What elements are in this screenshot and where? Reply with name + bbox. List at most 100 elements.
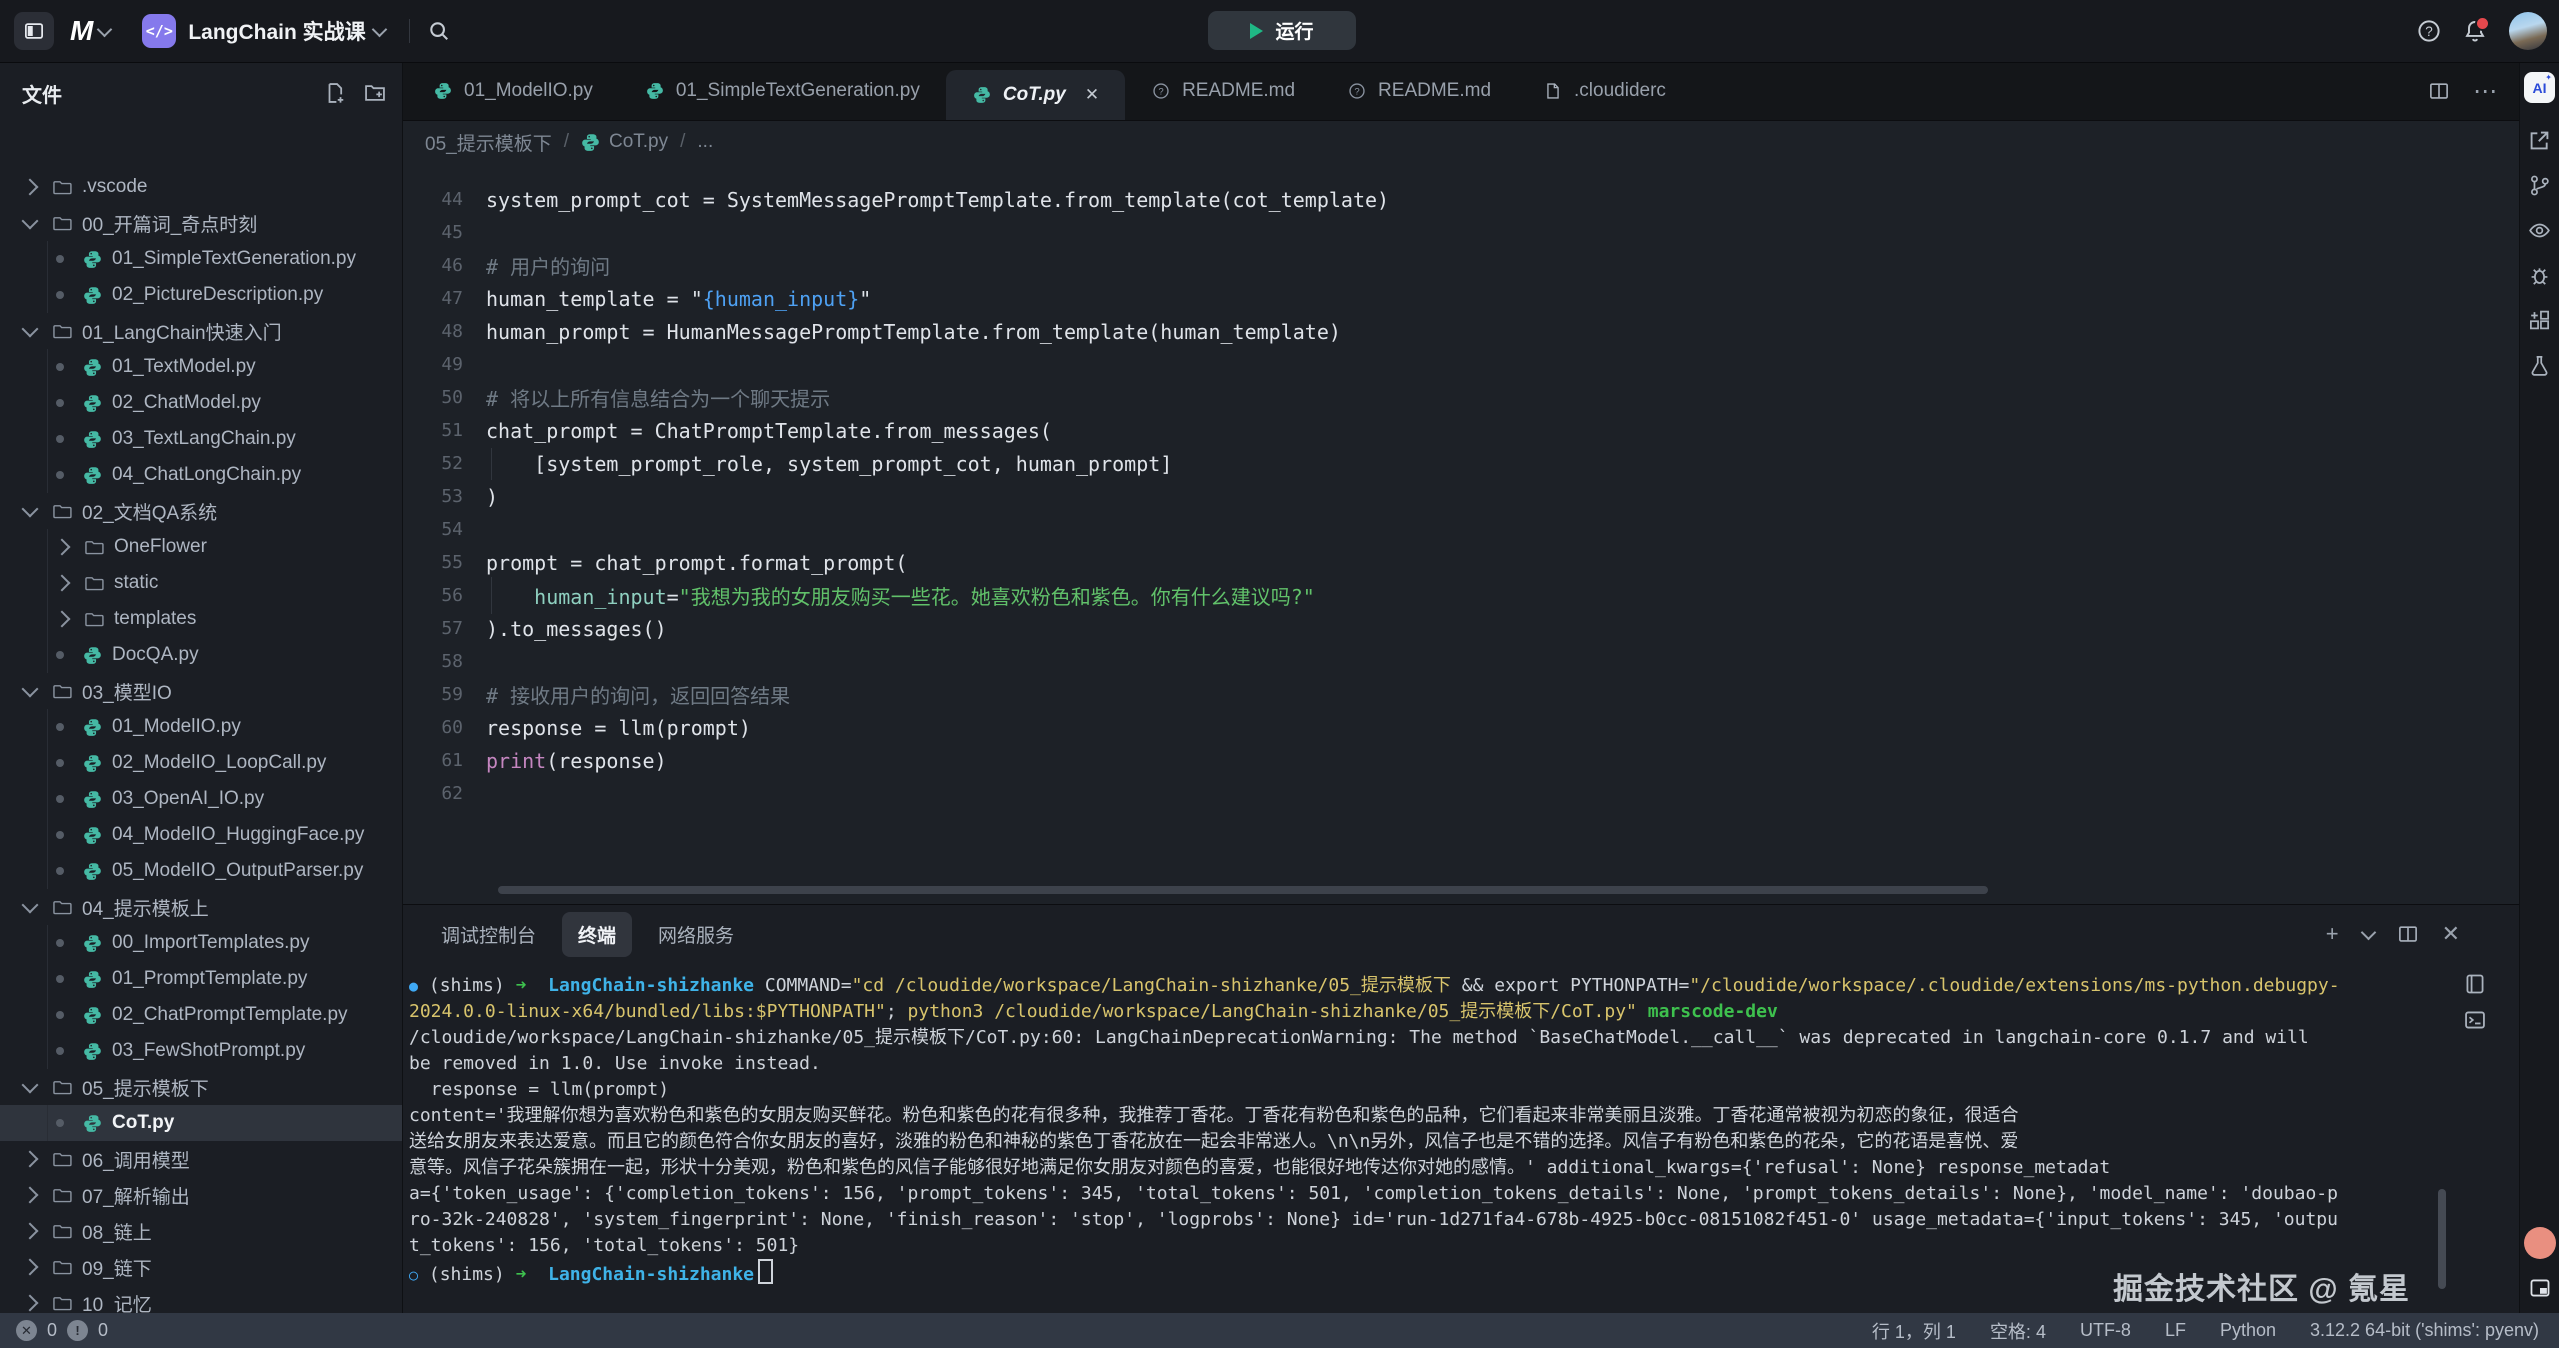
layout-icon[interactable] <box>2529 1277 2551 1299</box>
editor-tab[interactable]: ?README.md <box>1125 62 1321 120</box>
tree-file[interactable]: 02_ModelIO_LoopCall.py <box>0 745 402 781</box>
code-editor[interactable]: 44system_prompt_cot = SystemMessagePromp… <box>403 163 2520 904</box>
tree-file[interactable]: 01_PromptTemplate.py <box>0 961 402 997</box>
chevron-down-icon[interactable] <box>22 681 39 698</box>
chevron-right-icon[interactable] <box>54 611 71 628</box>
errors-icon[interactable]: ✕ <box>16 1320 37 1341</box>
tree-file[interactable]: 01_TextModel.py <box>0 349 402 385</box>
breadcrumb-item[interactable]: CoT.py <box>581 131 668 153</box>
breadcrumb-item[interactable]: 05_提示模板下 <box>425 129 552 156</box>
editor-tab[interactable]: CoT.py✕ <box>946 70 1125 120</box>
tree-file[interactable]: 05_ModelIO_OutputParser.py <box>0 853 402 889</box>
tree-file[interactable]: 04_ChatLongChain.py <box>0 457 402 493</box>
warnings-count[interactable]: 0 <box>98 1320 108 1341</box>
chevron-right-icon[interactable] <box>22 179 39 196</box>
chevron-down-icon[interactable] <box>2360 924 2376 940</box>
tree-file[interactable]: 04_ModelIO_HuggingFace.py <box>0 817 402 853</box>
source-control-icon[interactable] <box>2528 174 2551 197</box>
tree-file[interactable]: DocQA.py <box>0 637 402 673</box>
support-avatar[interactable] <box>2524 1227 2556 1259</box>
beaker-icon[interactable] <box>2528 354 2551 377</box>
tab-debug-console[interactable]: 调试控制台 <box>425 912 552 957</box>
tree-folder[interactable]: 01_LangChain快速入门 <box>0 313 402 349</box>
code-line[interactable]: 44system_prompt_cot = SystemMessagePromp… <box>403 183 2520 216</box>
search-icon[interactable] <box>428 20 450 42</box>
workspace-title[interactable]: LangChain 实战课 <box>188 16 365 46</box>
close-tab-icon[interactable]: ✕ <box>1085 85 1099 105</box>
ai-assistant-button[interactable]: ✦ AI <box>2524 72 2555 103</box>
tree-folder[interactable]: 09_链下 <box>0 1249 402 1285</box>
chevron-down-icon[interactable] <box>371 21 387 37</box>
editor-tab[interactable]: 01_ModelIO.py <box>407 62 619 120</box>
chevron-down-icon[interactable] <box>22 213 39 230</box>
help-icon[interactable]: ? <box>2417 19 2441 43</box>
tree-folder[interactable]: templates <box>0 601 402 637</box>
chevron-right-icon[interactable] <box>54 539 71 556</box>
code-line[interactable]: 45 <box>403 216 2520 249</box>
editor-tab[interactable]: .cloudiderc <box>1517 62 1692 120</box>
tree-folder[interactable]: 02_文档QA系统 <box>0 493 402 529</box>
code-line[interactable]: 60response = llm(prompt) <box>403 711 2520 744</box>
new-terminal-icon[interactable]: + <box>2326 921 2339 947</box>
chevron-down-icon[interactable] <box>22 501 39 518</box>
code-line[interactable]: 53) <box>403 480 2520 513</box>
new-folder-icon[interactable] <box>364 82 386 104</box>
close-panel-icon[interactable]: ✕ <box>2442 921 2460 947</box>
chevron-down-icon[interactable] <box>22 1077 39 1094</box>
code-line[interactable]: 62 <box>403 777 2520 810</box>
chevron-down-icon[interactable] <box>22 897 39 914</box>
tree-file[interactable]: 03_TextLangChain.py <box>0 421 402 457</box>
tree-folder[interactable]: OneFlower <box>0 529 402 565</box>
export-icon[interactable] <box>2528 129 2551 152</box>
more-actions-icon[interactable]: ⋯ <box>2473 77 2498 106</box>
status-item[interactable]: Python <box>2220 1320 2276 1341</box>
code-line[interactable]: 50# 将以上所有信息结合为一个聊天提示 <box>403 381 2520 414</box>
user-avatar[interactable] <box>2509 12 2547 50</box>
errors-count[interactable]: 0 <box>47 1320 57 1341</box>
tree-file[interactable]: CoT.py <box>0 1105 402 1141</box>
status-item[interactable]: LF <box>2165 1320 2186 1341</box>
tree-file[interactable]: 02_PictureDescription.py <box>0 277 402 313</box>
tree-file[interactable]: 00_ImportTemplates.py <box>0 925 402 961</box>
code-line[interactable]: 52 [system_prompt_role, system_prompt_co… <box>403 447 2520 480</box>
status-item[interactable]: 空格: 4 <box>1990 1318 2046 1344</box>
chevron-down-icon[interactable] <box>22 321 39 338</box>
tab-terminal[interactable]: 终端 <box>562 912 632 957</box>
chevron-right-icon[interactable] <box>54 575 71 592</box>
tree-folder[interactable]: .vscode <box>0 169 402 205</box>
status-item[interactable]: 行 1，列 1 <box>1872 1318 1956 1344</box>
code-line[interactable]: 47human_template = "{human_input}" <box>403 282 2520 315</box>
chevron-right-icon[interactable] <box>22 1187 39 1204</box>
code-line[interactable]: 57).to_messages() <box>403 612 2520 645</box>
terminal-icon[interactable] <box>2464 1009 2486 1031</box>
notifications-bell-icon[interactable] <box>2463 19 2487 43</box>
run-button[interactable]: 运行 <box>1208 11 1356 50</box>
tree-file[interactable]: 02_ChatPromptTemplate.py <box>0 997 402 1033</box>
code-line[interactable]: 55prompt = chat_prompt.format_prompt( <box>403 546 2520 579</box>
horizontal-scrollbar[interactable] <box>498 886 1988 894</box>
tree-folder[interactable]: 08_链上 <box>0 1213 402 1249</box>
code-line[interactable]: 58 <box>403 645 2520 678</box>
tree-folder[interactable]: 00_开篇词_奇点时刻 <box>0 205 402 241</box>
editor-tab[interactable]: ?README.md <box>1321 62 1517 120</box>
tree-file[interactable]: 03_OpenAI_IO.py <box>0 781 402 817</box>
chevron-right-icon[interactable] <box>22 1259 39 1276</box>
notebook-icon[interactable] <box>2464 973 2486 995</box>
terminal-scrollbar[interactable] <box>2438 1189 2446 1289</box>
chevron-right-icon[interactable] <box>22 1295 39 1312</box>
chevron-right-icon[interactable] <box>22 1151 39 1168</box>
eye-icon[interactable] <box>2528 219 2551 242</box>
tree-folder[interactable]: 03_模型IO <box>0 673 402 709</box>
status-item[interactable]: UTF-8 <box>2080 1320 2131 1341</box>
code-line[interactable]: 51chat_prompt = ChatPromptTemplate.from_… <box>403 414 2520 447</box>
tree-folder[interactable]: 04_提示模板上 <box>0 889 402 925</box>
tree-folder[interactable]: static <box>0 565 402 601</box>
code-line[interactable]: 46# 用户的询问 <box>403 249 2520 282</box>
tree-folder[interactable]: 05_提示模板下 <box>0 1069 402 1105</box>
code-line[interactable]: 56 human_input="我想为我的女朋友购买一些花。她喜欢粉色和紫色。你… <box>403 579 2520 612</box>
tree-file[interactable]: 03_FewShotPrompt.py <box>0 1033 402 1069</box>
split-editor-icon[interactable] <box>2429 81 2449 101</box>
breadcrumb-item[interactable]: ... <box>697 131 713 153</box>
tree-file[interactable]: 02_ChatModel.py <box>0 385 402 421</box>
status-item[interactable]: 3.12.2 64-bit ('shims': pyenv) <box>2310 1320 2539 1341</box>
